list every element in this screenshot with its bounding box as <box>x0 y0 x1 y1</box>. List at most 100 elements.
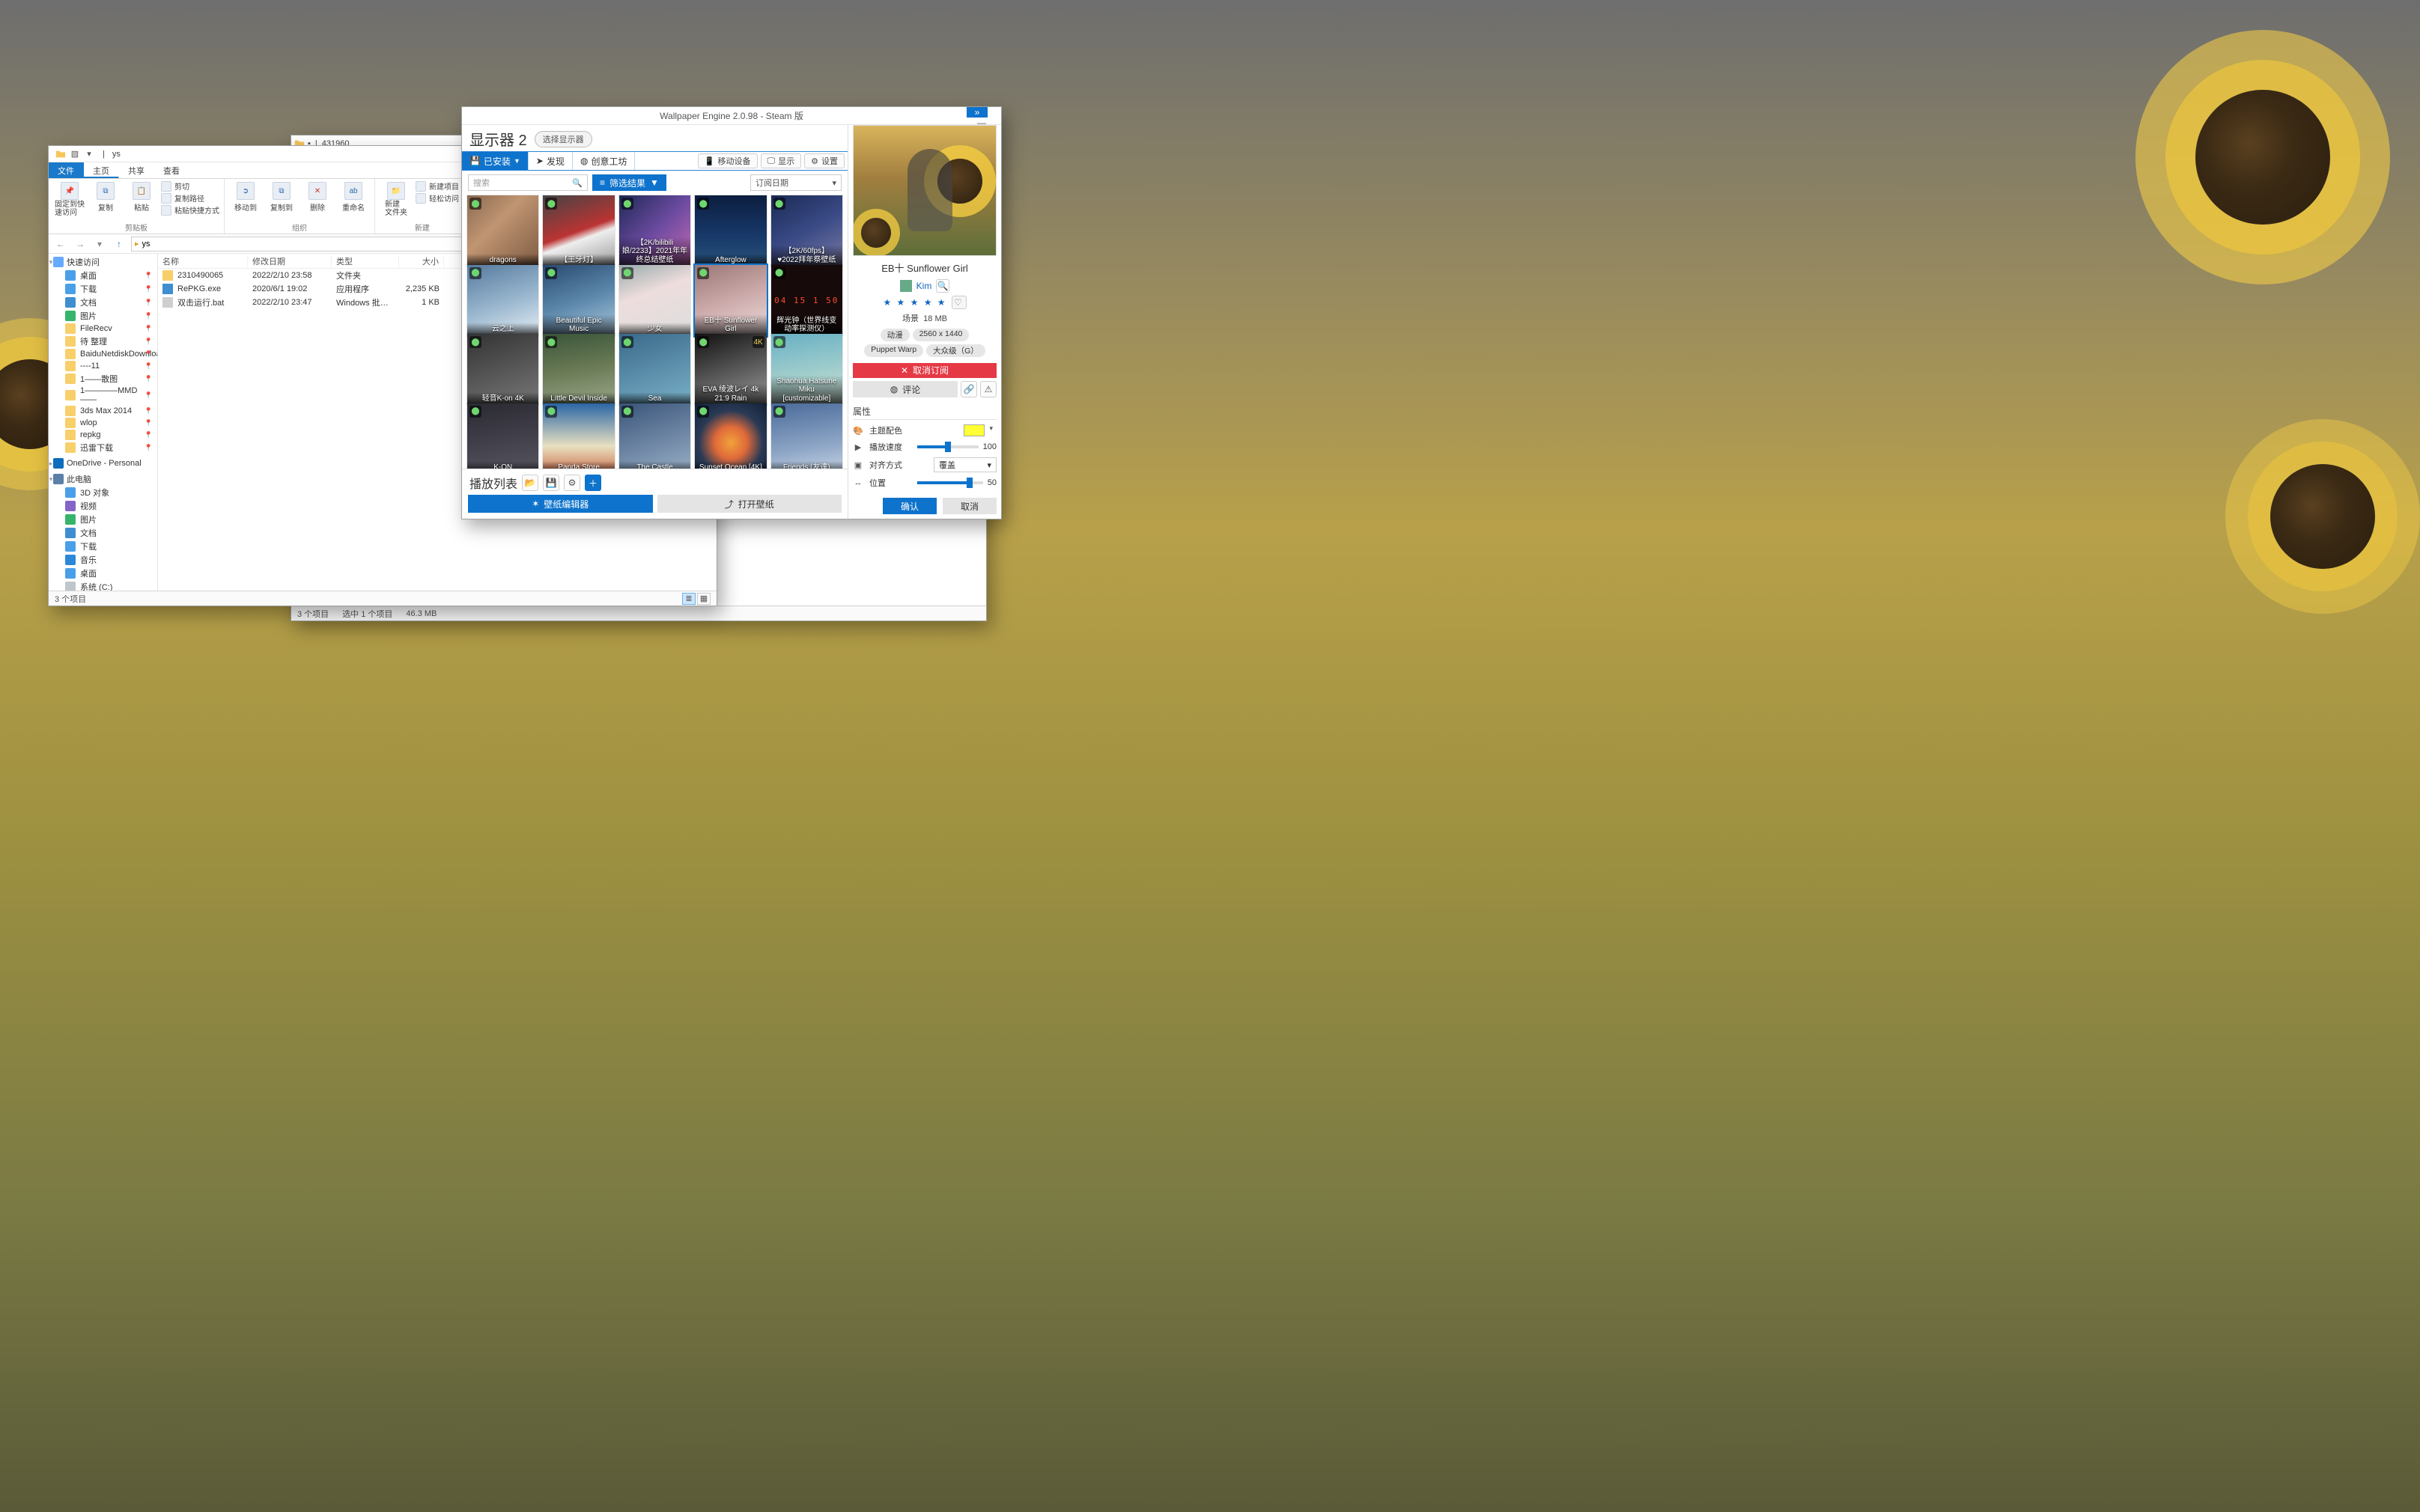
wallpaper-tile[interactable]: ⬤K-ON <box>466 403 539 469</box>
tab-file[interactable]: 文件 <box>49 162 84 178</box>
wallpaper-tile[interactable]: ⬤少女 <box>618 264 691 337</box>
view-icons-button[interactable]: ▦ <box>697 593 711 605</box>
wallpaper-tile[interactable]: ⬤dragons <box>466 195 539 267</box>
playlist-settings-button[interactable]: ⚙ <box>564 475 580 491</box>
wallpaper-tile[interactable]: ⬤云之上 <box>466 264 539 337</box>
choose-monitor-button[interactable]: 选择显示器 <box>535 131 592 147</box>
cancel-button[interactable]: 取消 <box>943 498 997 514</box>
filter-button[interactable]: ≡筛选结果▼ <box>592 174 666 191</box>
wallpaper-tile[interactable]: ⬤4KEVA 绫波レイ 4k 21:9 Rain <box>694 333 767 406</box>
cut-button[interactable]: 剪切 <box>161 180 219 192</box>
sidebar-item[interactable]: 待 整理📍 <box>49 335 157 348</box>
wallpaper-tile[interactable]: ⬤Little Devil Inside <box>542 333 615 406</box>
display-button[interactable]: 🖵显示 <box>761 153 802 168</box>
delete-button[interactable]: ✕删除 <box>301 180 334 213</box>
tab-view[interactable]: 查看 <box>154 162 189 178</box>
sidebar-item[interactable]: 3ds Max 2014📍 <box>49 405 157 417</box>
openwp-button[interactable]: ⤴打开壁纸 <box>657 495 842 513</box>
back-button[interactable]: ← <box>53 237 68 252</box>
sidebar-item[interactable]: wlop📍 <box>49 417 157 429</box>
sidebar-item[interactable]: FileRecv📍 <box>49 323 157 335</box>
sidebar-item[interactable]: 3D 对象 <box>49 486 157 499</box>
sidebar-item[interactable]: ----11📍 <box>49 360 157 372</box>
wallpaper-tile[interactable]: ⬤Sunset Ocean [4K] <box>694 403 767 469</box>
sidebar-item[interactable]: 文档📍 <box>49 296 157 309</box>
sidebar-item[interactable]: 视频 <box>49 499 157 513</box>
col-date[interactable]: 修改日期 <box>248 255 332 267</box>
up-button[interactable]: ↑ <box>112 237 127 252</box>
copyto-button[interactable]: ⧉复制到 <box>265 180 298 213</box>
wallpaper-tile[interactable]: ⬤Shaohua Hatsune Miku [customizable] <box>770 333 843 406</box>
sort-select[interactable]: 订阅日期▾ <box>750 174 842 191</box>
wallpaper-tile[interactable]: ⬤Panda Store <box>542 403 615 469</box>
sidebar-item[interactable]: 桌面📍 <box>49 269 157 282</box>
unsubscribe-button[interactable]: ✕取消订阅 <box>853 363 997 378</box>
easyaccess-button[interactable]: 轻松访问 ▾ <box>416 192 465 204</box>
recent-button[interactable]: ▾ <box>92 237 107 252</box>
sidebar-item[interactable]: BaiduNetdiskDownload📍 <box>49 348 157 360</box>
pasteshortcut-button[interactable]: 粘贴快捷方式 <box>161 204 219 216</box>
settings-button[interactable]: ⚙设置 <box>804 153 845 168</box>
tag[interactable]: 2560 x 1440 <box>913 329 970 341</box>
sidebar-item[interactable]: 下载📍 <box>49 282 157 296</box>
report-button[interactable]: ⚠ <box>980 381 997 397</box>
sidebar-item[interactable]: 图片 <box>49 513 157 526</box>
newfolder-button[interactable]: 📁新建 文件夹 <box>380 180 413 217</box>
align-select[interactable]: 覆盖▾ <box>934 457 997 472</box>
wallpaper-tile[interactable]: ⬤Sea <box>618 333 691 406</box>
sidebar-item[interactable]: 迅雷下载📍 <box>49 441 157 454</box>
moveto-button[interactable]: ➲移动到 <box>229 180 262 213</box>
wallpaper-tile[interactable]: ⬤Friends (友達) <box>770 403 843 469</box>
copy-button[interactable]: ⧉复制 <box>89 180 122 213</box>
tab-installed[interactable]: 💾已安装▼ <box>462 152 529 170</box>
wallpaper-tile[interactable]: ⬤Afterglow <box>694 195 767 267</box>
col-type[interactable]: 类型 <box>332 255 399 267</box>
playlist-add-button[interactable]: ＋ <box>585 475 601 491</box>
sidebar-item[interactable]: 音乐 <box>49 553 157 567</box>
qat-properties-icon[interactable]: ▧ <box>69 148 81 160</box>
col-name[interactable]: 名称 <box>158 255 248 267</box>
sidebar-item[interactable]: repkg📍 <box>49 429 157 441</box>
playlist-save-button[interactable]: 💾 <box>543 475 559 491</box>
sidebar-item[interactable]: 下载 <box>49 540 157 553</box>
position-slider[interactable] <box>917 481 983 484</box>
wallpaper-tile[interactable]: ⬤辉光钟（世界线变动率探测仪） <box>770 264 843 337</box>
tag[interactable]: 动漫 <box>881 329 910 341</box>
tab-share[interactable]: 共享 <box>119 162 154 178</box>
search-input[interactable]: 搜索🔍 <box>468 174 588 191</box>
sidebar-item[interactable]: 1——散图📍 <box>49 372 157 385</box>
col-size[interactable]: 大小 <box>399 255 444 267</box>
wallpaper-tile[interactable]: ⬤【2K/60fps】♥2022拜年祭壁纸 <box>770 195 843 267</box>
sidebar-quickaccess[interactable]: ▾快速访问 <box>49 255 157 269</box>
author-link[interactable]: Kim <box>916 281 932 291</box>
color-swatch[interactable] <box>964 424 985 436</box>
ok-button[interactable]: 确认 <box>883 498 937 514</box>
newitem-button[interactable]: 新建项目 ▾ <box>416 180 465 192</box>
comments-button[interactable]: ◍评论 <box>853 381 958 397</box>
editor-button[interactable]: ✶壁纸编辑器 <box>468 495 653 513</box>
sidebar[interactable]: ▾快速访问 桌面📍下载📍文档📍图片📍FileRecv📍待 整理📍BaiduNet… <box>49 254 158 591</box>
paste-button[interactable]: 📋粘贴 <box>125 180 158 213</box>
sidebar-item[interactable]: 系统 (C:) <box>49 580 157 591</box>
forward-button[interactable]: → <box>73 237 88 252</box>
sidebar-item[interactable]: 文档 <box>49 526 157 540</box>
copypath-button[interactable]: 复制路径 <box>161 192 219 204</box>
sidebar-onedrive[interactable]: ▸OneDrive - Personal <box>49 457 157 469</box>
wallpaper-tile[interactable]: ⬤【2K/bilibili娘/2233】2021年年终总结壁纸 <box>618 195 691 267</box>
mobile-button[interactable]: 📱移动设备 <box>698 153 758 168</box>
titlebar[interactable]: Wallpaper Engine 2.0.98 - Steam 版 » — ▢ … <box>462 107 1001 125</box>
view-details-button[interactable]: ≣ <box>682 593 696 605</box>
collapse-button[interactable]: » <box>967 107 988 118</box>
author-search-button[interactable]: 🔍 <box>936 279 949 293</box>
sidebar-item[interactable]: 图片📍 <box>49 309 157 323</box>
tab-home[interactable]: 主页 <box>84 162 119 178</box>
playlist-open-button[interactable]: 📂 <box>522 475 538 491</box>
tab-workshop[interactable]: ◍创意工坊 <box>573 152 636 170</box>
wallpaper-tile[interactable]: ⬤【王牙灯】 <box>542 195 615 267</box>
tag[interactable]: 大众级（G） <box>926 344 985 357</box>
rename-button[interactable]: ab重命名 <box>337 180 370 213</box>
sidebar-item[interactable]: 桌面 <box>49 567 157 580</box>
wallpaper-tile[interactable]: ⬤The Castle <box>618 403 691 469</box>
tag[interactable]: Puppet Warp <box>864 344 923 357</box>
tab-discover[interactable]: ➤发现 <box>529 152 573 170</box>
